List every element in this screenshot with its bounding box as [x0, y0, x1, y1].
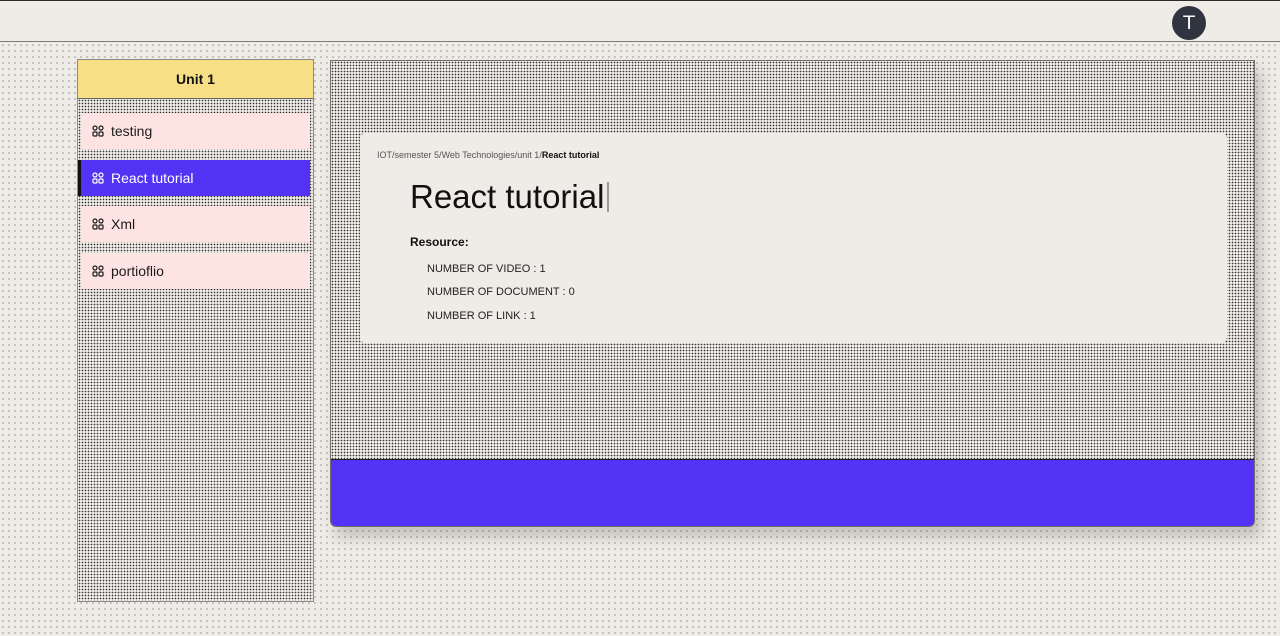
grid-icon [92, 218, 104, 230]
sidebar-item-label: testing [111, 123, 153, 139]
breadcrumb-item[interactable]: semester 5 [395, 150, 440, 160]
page-title-text: React tutorial [410, 178, 605, 215]
page-title[interactable]: React tutorial [410, 177, 610, 217]
sidebar-item-testing[interactable]: testing [81, 113, 310, 149]
link-count: NUMBER OF LINK : 1 [427, 310, 536, 322]
sidebar-item-portioflio[interactable]: portioflio [81, 253, 310, 289]
breadcrumb-item[interactable]: Web Technologies [442, 150, 515, 160]
user-avatar[interactable]: T [1172, 6, 1206, 40]
sidebar-item-label: portioflio [111, 263, 164, 279]
sidebar-item-xml[interactable]: Xml [81, 206, 310, 242]
video-count: NUMBER OF VIDEO : 1 [427, 263, 546, 275]
topic-card: IOT/semester 5/Web Technologies/unit 1/R… [360, 133, 1227, 343]
grid-icon [92, 172, 104, 184]
accent-footer-bar [331, 459, 1254, 526]
grid-icon [92, 125, 104, 137]
unit-sidebar: Unit 1 testing React tutorial Xml portio… [77, 59, 314, 602]
text-cursor [607, 182, 610, 213]
document-count: NUMBER OF DOCUMENT : 0 [427, 286, 575, 298]
grid-icon [92, 265, 104, 277]
breadcrumb: IOT/semester 5/Web Technologies/unit 1/R… [377, 150, 599, 160]
resource-heading: Resource: [410, 235, 469, 249]
top-bar: T [0, 0, 1280, 42]
breadcrumb-item[interactable]: IOT [377, 150, 392, 160]
breadcrumb-item[interactable]: unit 1 [517, 150, 539, 160]
content-panel: IOT/semester 5/Web Technologies/unit 1/R… [330, 60, 1255, 527]
sidebar-title: Unit 1 [78, 60, 313, 99]
breadcrumb-current: React tutorial [541, 150, 600, 160]
sidebar-item-label: Xml [111, 216, 136, 232]
sidebar-item-react-tutorial[interactable]: React tutorial [78, 160, 310, 196]
sidebar-item-label: React tutorial [111, 170, 194, 186]
